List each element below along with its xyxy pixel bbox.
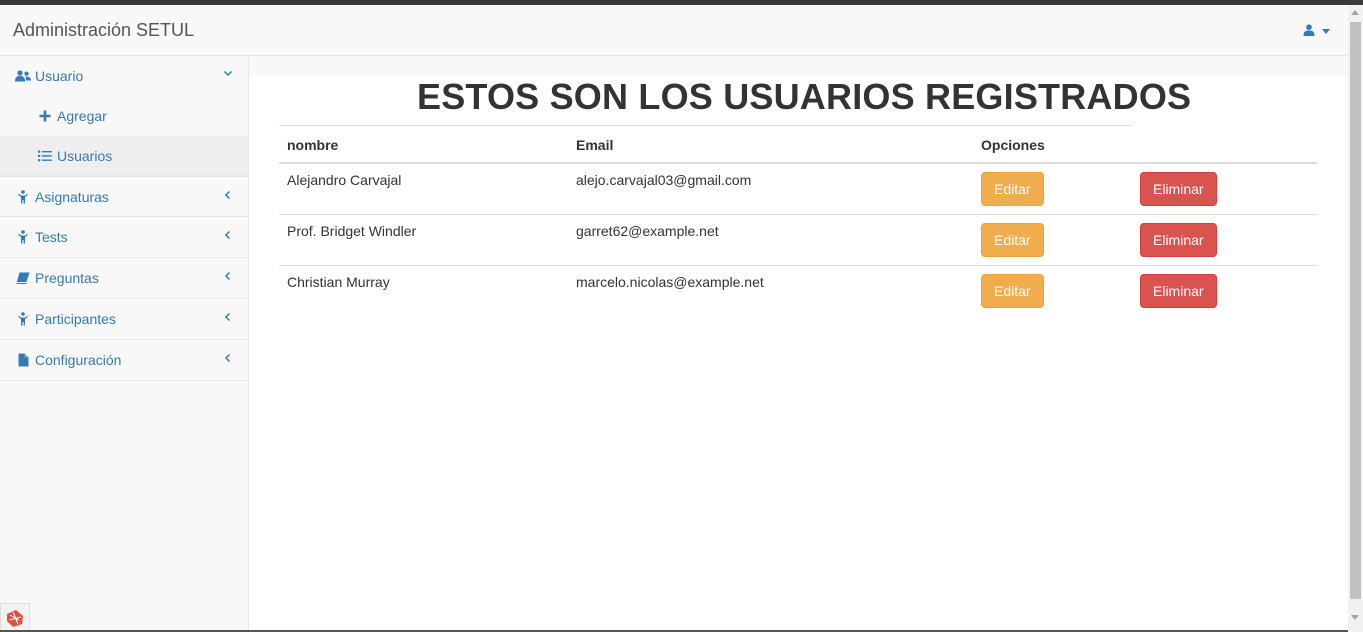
table-header-row: nombre Email Opciones: [279, 126, 1317, 164]
edit-button[interactable]: Editar: [981, 172, 1044, 206]
child-icon: [15, 229, 31, 245]
sidebar-item-usuario[interactable]: Usuario: [0, 56, 248, 96]
table-row: Alejandro Carvajal alejo.carvajal03@gmai…: [279, 163, 1317, 215]
brand-link[interactable]: Administración SETUL: [13, 20, 194, 41]
delete-button[interactable]: Eliminar: [1140, 223, 1217, 257]
sidebar-item-label: Usuario: [35, 68, 84, 84]
chevron-down-icon: [223, 68, 233, 80]
sidebar-item-label: Agregar: [57, 108, 107, 124]
edit-cell: Editar: [973, 265, 1132, 317]
user-name: Christian Murray: [279, 265, 568, 317]
column-header-opciones: Opciones: [973, 126, 1132, 164]
sidebar-item-label: Tests: [35, 229, 68, 245]
scroll-up-arrow-icon[interactable]: [1351, 10, 1359, 15]
page-title: ESTOS SON LOS USUARIOS REGISTRADOS: [417, 76, 1192, 117]
chevron-left-icon: [223, 352, 233, 364]
sidebar-item-label: Usuarios: [57, 147, 113, 164]
child-icon: [15, 189, 31, 205]
chevron-left-icon: [223, 229, 233, 241]
list-icon: [37, 148, 53, 164]
sidebar-item-tests[interactable]: Tests: [0, 217, 248, 258]
column-header-email: Email: [568, 126, 973, 164]
delete-cell: Eliminar: [1132, 214, 1317, 266]
table-row: Christian Murray marcelo.nicolas@example…: [279, 265, 1317, 317]
book-icon: [15, 270, 31, 286]
sidebar-item-label: Preguntas: [35, 270, 99, 286]
user-name: Alejandro Carvajal: [287, 172, 402, 188]
sidebar: Usuario Agregar Usuarios Asignaturas Tes…: [0, 56, 249, 632]
sidebar-item-participantes[interactable]: Participantes: [0, 299, 248, 340]
chevron-left-icon: [223, 311, 233, 323]
delete-cell: Eliminar: [1132, 265, 1317, 317]
edit-button[interactable]: Editar: [981, 274, 1044, 308]
column-header-nombre: nombre: [279, 126, 568, 164]
file-icon: [15, 352, 31, 368]
scrollbar-thumb[interactable]: [1350, 22, 1361, 599]
sidebar-item-configuracion[interactable]: Configuración: [0, 340, 248, 381]
sidebar-item-label: Configuración: [35, 352, 122, 368]
top-navbar: Administración SETUL: [0, 5, 1348, 56]
scroll-down-arrow-icon[interactable]: [1351, 615, 1359, 620]
main-content: ESTOS SON LOS USUARIOS REGISTRADOS nombr…: [249, 76, 1348, 632]
delete-button[interactable]: Eliminar: [1140, 172, 1217, 206]
sidebar-item-usuarios[interactable]: Usuarios: [0, 136, 248, 176]
edit-button[interactable]: Editar: [981, 223, 1044, 257]
user-name: Prof. Bridget Windler: [279, 214, 568, 266]
users-icon: [15, 68, 31, 84]
edit-cell: Editar: [973, 214, 1132, 266]
table-row: Prof. Bridget Windler garret62@example.n…: [279, 214, 1317, 266]
user-menu-toggle[interactable]: [1303, 23, 1330, 39]
sidebar-item-label: Asignaturas: [35, 188, 109, 205]
user-email: garret62@example.net: [568, 214, 973, 266]
delete-cell: Eliminar: [1132, 163, 1317, 215]
sidebar-item-asignaturas[interactable]: Asignaturas: [0, 176, 248, 217]
column-header-empty: [1132, 126, 1317, 164]
users-table: nombre Email Opciones Alejandro Carvajal…: [279, 126, 1317, 317]
sidebar-item-agregar[interactable]: Agregar: [0, 96, 248, 136]
sidebar-item-label: Participantes: [35, 311, 116, 327]
delete-button[interactable]: Eliminar: [1140, 274, 1217, 308]
child-icon: [15, 311, 31, 327]
chevron-left-icon: [223, 270, 233, 282]
sidebar-item-preguntas[interactable]: Preguntas: [0, 258, 248, 299]
user-email: marcelo.nicolas@example.net: [568, 265, 973, 317]
plus-icon: [37, 108, 53, 124]
vertical-scrollbar[interactable]: [1348, 5, 1363, 632]
chevron-left-icon: [223, 189, 233, 201]
debugbar-icon[interactable]: [0, 603, 30, 632]
user-icon: [1303, 23, 1315, 39]
caret-down-icon: [1322, 28, 1330, 34]
user-email: alejo.carvajal03@gmail.com: [576, 172, 752, 188]
edit-cell: Editar: [973, 163, 1132, 215]
